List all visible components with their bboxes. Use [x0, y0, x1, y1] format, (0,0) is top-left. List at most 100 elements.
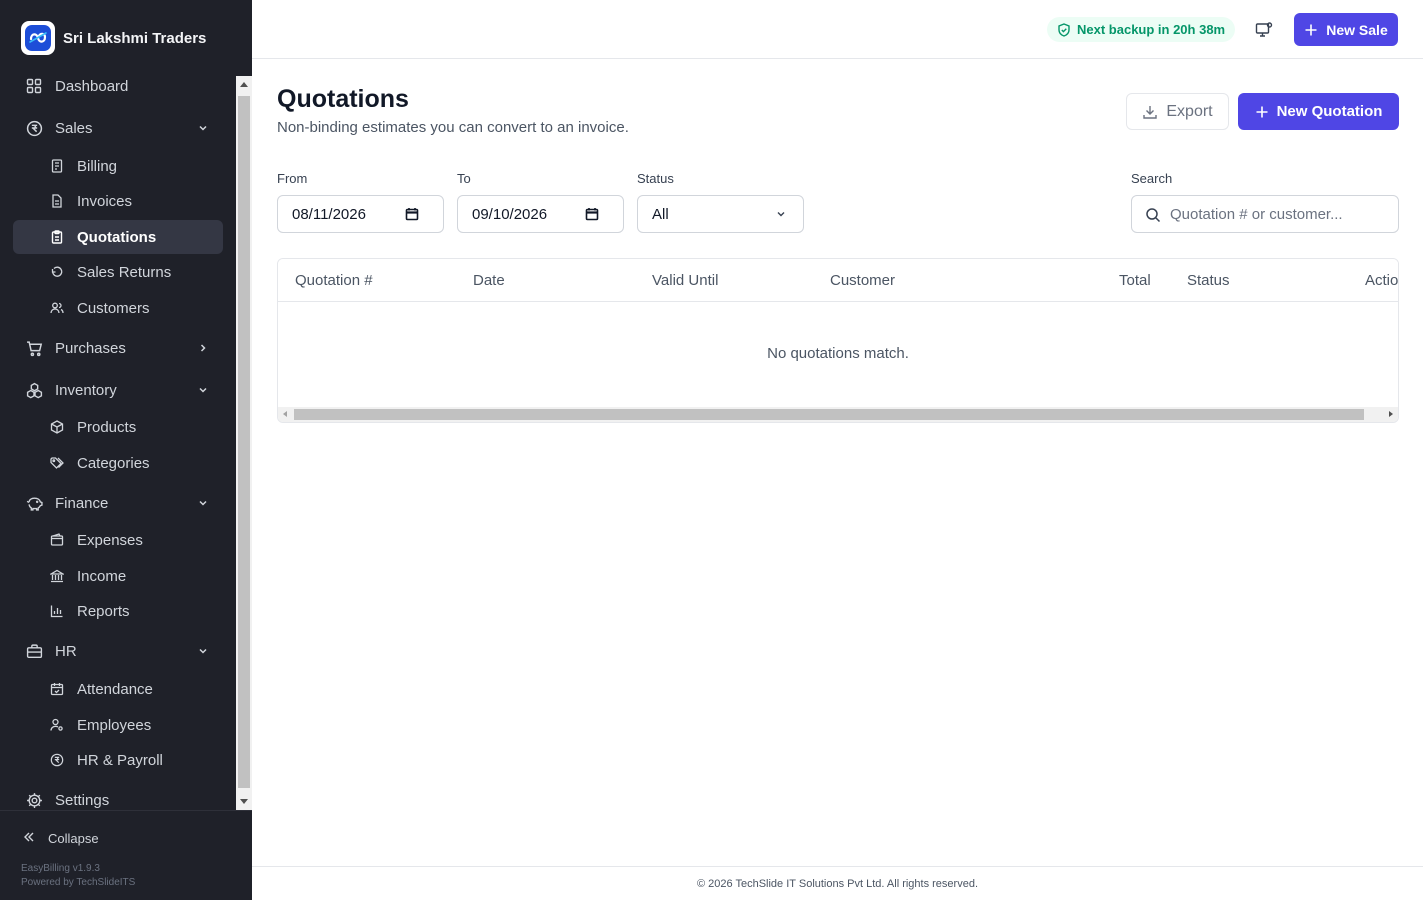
sidebar-item-reports[interactable]: Reports [13, 594, 223, 628]
collapse-label: Collapse [48, 830, 99, 846]
brand[interactable]: Sri Lakshmi Traders [21, 21, 206, 55]
chevrons-left-icon [22, 830, 38, 846]
from-label: From [277, 171, 308, 186]
sidebar-item-label: Finance [55, 494, 109, 512]
status-select[interactable]: All [637, 195, 804, 233]
sidebar-item-products[interactable]: Products [13, 410, 223, 444]
search-input[interactable]: Quotation # or customer... [1131, 195, 1399, 233]
page-subtitle: Non-binding estimates you can convert to… [277, 119, 629, 136]
column-header-total[interactable]: Total [1119, 272, 1151, 289]
sidebar-item-label: Sales [55, 119, 93, 137]
sidebar-item-finance[interactable]: Finance [13, 486, 223, 520]
monitor-icon [1255, 22, 1273, 37]
sidebar-item-inventory[interactable]: Inventory [13, 373, 223, 407]
display-settings-button[interactable] [1252, 18, 1276, 42]
sidebar-nav: Dashboard Sales Billing Invoices Quotati… [0, 67, 236, 810]
gear-icon [25, 791, 43, 809]
version-info: EasyBilling v1.9.3 Powered by TechSlideI… [21, 862, 135, 890]
calendar-icon[interactable] [585, 207, 599, 221]
sidebar-item-employees[interactable]: Employees [13, 708, 223, 742]
piggy-bank-icon [25, 494, 43, 512]
chevron-down-icon [775, 208, 789, 222]
status-label: Status [637, 171, 674, 186]
copyright-text: © 2026 TechSlide IT Solutions Pvt Ltd. A… [696, 877, 978, 890]
sidebar-item-label: Categories [77, 454, 150, 472]
bar-chart-icon [49, 603, 65, 619]
sidebar-item-expenses[interactable]: Expenses [13, 523, 223, 557]
chevron-down-icon [195, 120, 211, 136]
sidebar-scrollbar[interactable] [236, 76, 252, 810]
search-label: Search [1131, 171, 1173, 186]
sidebar-item-sales[interactable]: Sales [13, 111, 223, 145]
sidebar-item-settings[interactable]: Settings [13, 783, 223, 810]
sidebar-item-label: Expenses [77, 531, 143, 549]
scroll-left-arrow[interactable] [283, 411, 287, 417]
sidebar-item-customers[interactable]: Customers [13, 291, 223, 325]
collapse-button[interactable]: Collapse [22, 828, 99, 848]
new-quotation-label: New Quotation [1276, 103, 1383, 120]
column-header-customer[interactable]: Customer [830, 272, 895, 289]
calendar-icon[interactable] [405, 207, 419, 221]
bank-icon [49, 568, 65, 584]
sidebar-item-sales-returns[interactable]: Sales Returns [13, 255, 223, 289]
shield-check-icon [1057, 22, 1071, 37]
scroll-right-arrow[interactable] [1389, 411, 1393, 417]
export-button[interactable]: Export [1126, 93, 1229, 130]
new-sale-button[interactable]: New Sale [1294, 13, 1398, 46]
brand-name: Sri Lakshmi Traders [63, 29, 207, 47]
column-header-valid-until[interactable]: Valid Until [652, 272, 718, 289]
scrollbar-thumb[interactable] [238, 96, 250, 788]
column-header-date[interactable]: Date [473, 272, 505, 289]
scrollbar-thumb[interactable] [294, 409, 1364, 420]
to-date-value: 09/10/2026 [472, 205, 548, 223]
document-icon [49, 193, 65, 209]
column-header-status[interactable]: Status [1187, 272, 1230, 289]
empty-state-message: No quotations match. [767, 345, 909, 362]
sidebar-item-label: Invoices [77, 192, 133, 210]
table-horizontal-scrollbar[interactable] [278, 407, 1398, 422]
cart-icon [25, 339, 43, 357]
clipboard-icon [49, 229, 65, 245]
sidebar-item-quotations[interactable]: Quotations [13, 220, 223, 254]
sidebar-item-invoices[interactable]: Invoices [13, 184, 223, 218]
export-label: Export [1166, 102, 1213, 120]
scroll-down-arrow[interactable] [240, 799, 248, 804]
sidebar-item-dashboard[interactable]: Dashboard [13, 69, 223, 103]
chevron-down-icon [195, 382, 211, 398]
sidebar-item-attendance[interactable]: Attendance [13, 672, 223, 706]
search-placeholder: Quotation # or customer... [1170, 205, 1343, 223]
briefcase-icon [25, 642, 43, 660]
scroll-up-arrow[interactable] [240, 82, 248, 87]
sidebar-item-label: Customers [77, 299, 150, 317]
sidebar-item-hr[interactable]: HR [13, 634, 223, 668]
top-bar: Next backup in 20h 38m New Sale [252, 0, 1423, 59]
sidebar-item-income[interactable]: Income [13, 559, 223, 593]
plus-icon [1255, 105, 1269, 119]
brand-logo-icon [21, 21, 55, 55]
from-date-value: 08/11/2026 [292, 205, 366, 223]
user-cog-icon [49, 717, 65, 733]
new-quotation-button[interactable]: New Quotation [1238, 93, 1399, 130]
sidebar-item-label: Quotations [77, 228, 157, 246]
rupee-circle-icon [25, 119, 43, 137]
column-header-quotation-number[interactable]: Quotation # [295, 272, 373, 289]
plus-icon [1304, 23, 1318, 37]
undo-icon [49, 264, 65, 280]
table-header: Quotation # Date Valid Until Customer To… [278, 259, 1398, 302]
sidebar-item-purchases[interactable]: Purchases [13, 331, 223, 365]
wallet-icon [49, 532, 65, 548]
chevron-right-icon [195, 340, 211, 356]
sidebar-item-billing[interactable]: Billing [13, 149, 223, 183]
sidebar-item-label: HR & Payroll [77, 751, 163, 769]
boxes-icon [25, 381, 43, 399]
chevron-down-icon [195, 643, 211, 659]
backup-text: Next backup in 20h 38m [1077, 22, 1226, 37]
sidebar-item-label: Income [77, 567, 127, 585]
to-label: To [457, 171, 471, 186]
from-date-input[interactable]: 08/11/2026 [277, 195, 444, 233]
sidebar-item-label: Inventory [55, 381, 117, 399]
to-date-input[interactable]: 09/10/2026 [457, 195, 624, 233]
sidebar-item-categories[interactable]: Categories [13, 446, 223, 480]
sidebar-item-label: Attendance [77, 680, 153, 698]
sidebar-item-hr-payroll[interactable]: HR & Payroll [13, 743, 223, 777]
